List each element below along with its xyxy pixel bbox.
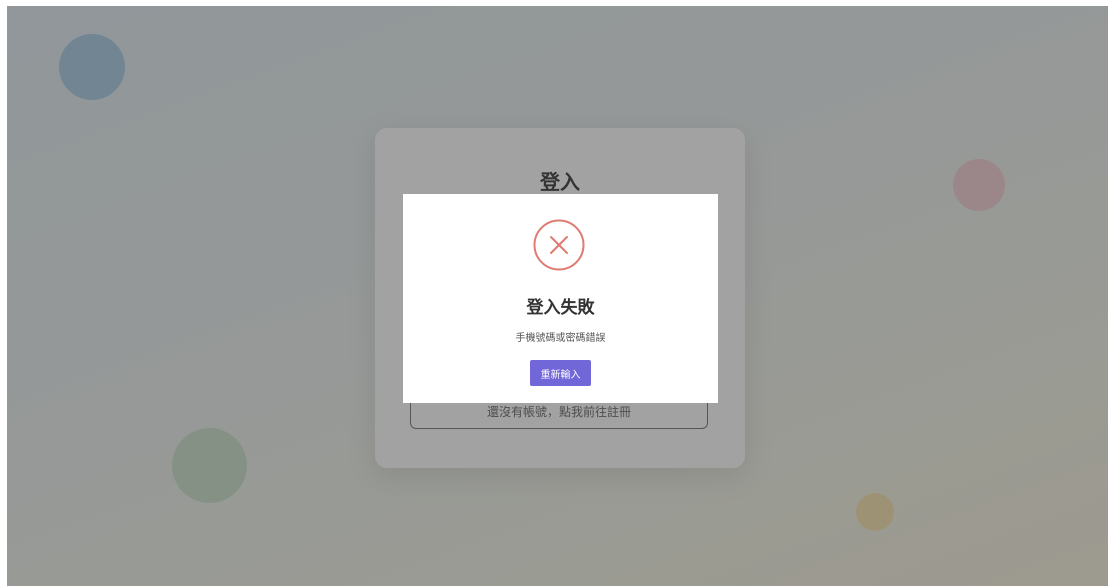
login-error-modal: 登入失敗 手機號碼或密碼錯誤 重新輸入 — [403, 194, 718, 403]
x-circle-icon — [533, 219, 585, 271]
retry-button[interactable]: 重新輸入 — [530, 360, 591, 386]
modal-message: 手機號碼或密碼錯誤 — [515, 333, 606, 344]
modal-title: 登入失敗 — [526, 298, 595, 318]
page-background: 登入 還沒有帳號，點我前往註冊 登入失敗 手機號碼或密碼錯誤 重新輸入 — [7, 6, 1108, 586]
